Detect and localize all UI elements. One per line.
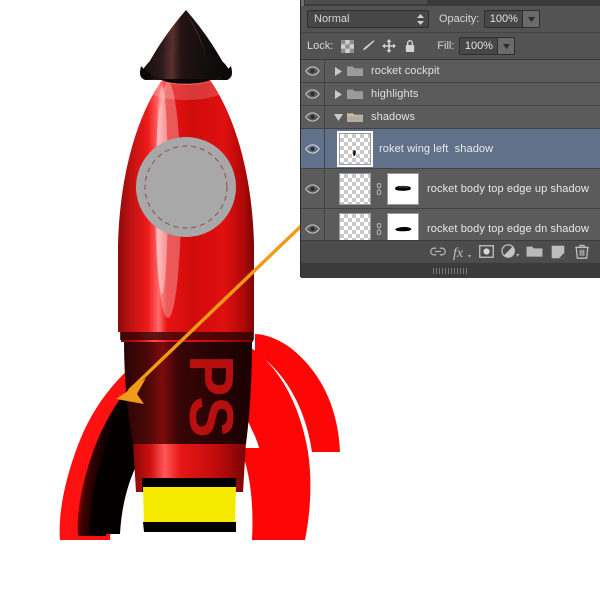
eye-icon: [305, 89, 320, 99]
adjustment-layer-icon[interactable]: [498, 242, 522, 262]
layer-name: shadows: [371, 111, 415, 123]
mask-link-icon[interactable]: [373, 222, 385, 236]
eye-icon: [305, 112, 320, 122]
fill-label: Fill:: [437, 40, 454, 52]
blend-mode-select[interactable]: Normal: [307, 10, 429, 28]
svg-text:fx: fx: [453, 246, 464, 260]
opacity-label: Opacity:: [439, 13, 479, 25]
add-layer-mask-icon[interactable]: [474, 242, 498, 262]
eye-icon: [305, 184, 320, 194]
layer-row-roket-wing-left-shadow[interactable]: roket wing left shadow: [301, 129, 600, 169]
position-lock-icon[interactable]: [382, 39, 396, 53]
layer-row-rocket-cockpit[interactable]: rocket cockpit: [301, 60, 600, 83]
new-group-icon[interactable]: [522, 242, 546, 262]
fill-value[interactable]: 100%: [459, 37, 497, 55]
new-layer-icon[interactable]: [546, 242, 570, 262]
opacity-dropdown-icon[interactable]: [522, 10, 540, 28]
grip-dots-icon: [433, 268, 469, 274]
folder-icon: [347, 88, 363, 100]
layer-row-shadows[interactable]: shadows: [301, 106, 600, 129]
layer-name: rocket body top edge up shadow: [427, 183, 589, 195]
eye-icon: [305, 224, 320, 234]
panel-tab-active[interactable]: [305, 0, 427, 4]
link-layers-icon[interactable]: [426, 242, 450, 262]
folder-icon: [347, 65, 363, 77]
chevron-updown-icon: [417, 14, 424, 25]
folder-open-icon: [347, 111, 363, 123]
image-lock-icon[interactable]: [361, 39, 375, 53]
layer-thumbnail[interactable]: [339, 173, 371, 205]
lock-all-icon[interactable]: [403, 39, 417, 53]
blend-opacity-row: Normal Opacity: 100%: [301, 6, 600, 33]
rocket-window: [136, 137, 236, 237]
layer-visibility-toggle[interactable]: [301, 106, 325, 128]
eye-icon: [305, 144, 320, 154]
layer-visibility-toggle[interactable]: [301, 169, 325, 208]
mask-link-icon[interactable]: [373, 182, 385, 196]
layer-name: highlights: [371, 88, 418, 100]
layer-visibility-toggle[interactable]: [301, 60, 325, 82]
layer-row-highlights[interactable]: highlights: [301, 83, 600, 106]
fill-dropdown-icon[interactable]: [497, 37, 515, 55]
layer-mask-art: [388, 214, 418, 244]
lock-fill-row: Lock:: [301, 33, 600, 60]
layer-thumbnail-art: [340, 134, 370, 164]
layer-thumbnail[interactable]: [339, 133, 371, 165]
blend-mode-value: Normal: [314, 13, 349, 25]
layer-style-icon[interactable]: fx: [450, 242, 474, 262]
opacity-value[interactable]: 100%: [484, 10, 522, 28]
eye-icon: [305, 66, 320, 76]
group-collapse-triangle-icon[interactable]: [331, 114, 345, 121]
group-expand-triangle-icon[interactable]: [331, 90, 345, 99]
layers-panel[interactable]: Normal Opacity: 100% Lock:: [300, 0, 600, 277]
layer-list[interactable]: rocket cockpit highlights: [301, 60, 600, 240]
layer-name: rocket cockpit: [371, 65, 440, 77]
lock-label: Lock:: [307, 40, 333, 52]
layer-mask-art: [388, 174, 418, 204]
group-expand-triangle-icon[interactable]: [331, 67, 345, 76]
layer-visibility-toggle[interactable]: [301, 129, 325, 168]
layers-panel-toolbar[interactable]: fx: [301, 240, 600, 262]
layer-name: rocket body top edge dn shadow: [427, 223, 589, 235]
layer-visibility-toggle[interactable]: [301, 83, 325, 105]
layer-row-rocket-body-top-edge-up-shadow[interactable]: rocket body top edge up shadow: [301, 169, 600, 209]
layer-mask-thumbnail[interactable]: [387, 173, 419, 205]
panel-resize-grip[interactable]: [301, 262, 600, 278]
delete-layer-icon[interactable]: [570, 242, 594, 262]
transparency-lock-icon[interactable]: [340, 39, 354, 53]
layer-name: roket wing left shadow: [379, 143, 493, 155]
